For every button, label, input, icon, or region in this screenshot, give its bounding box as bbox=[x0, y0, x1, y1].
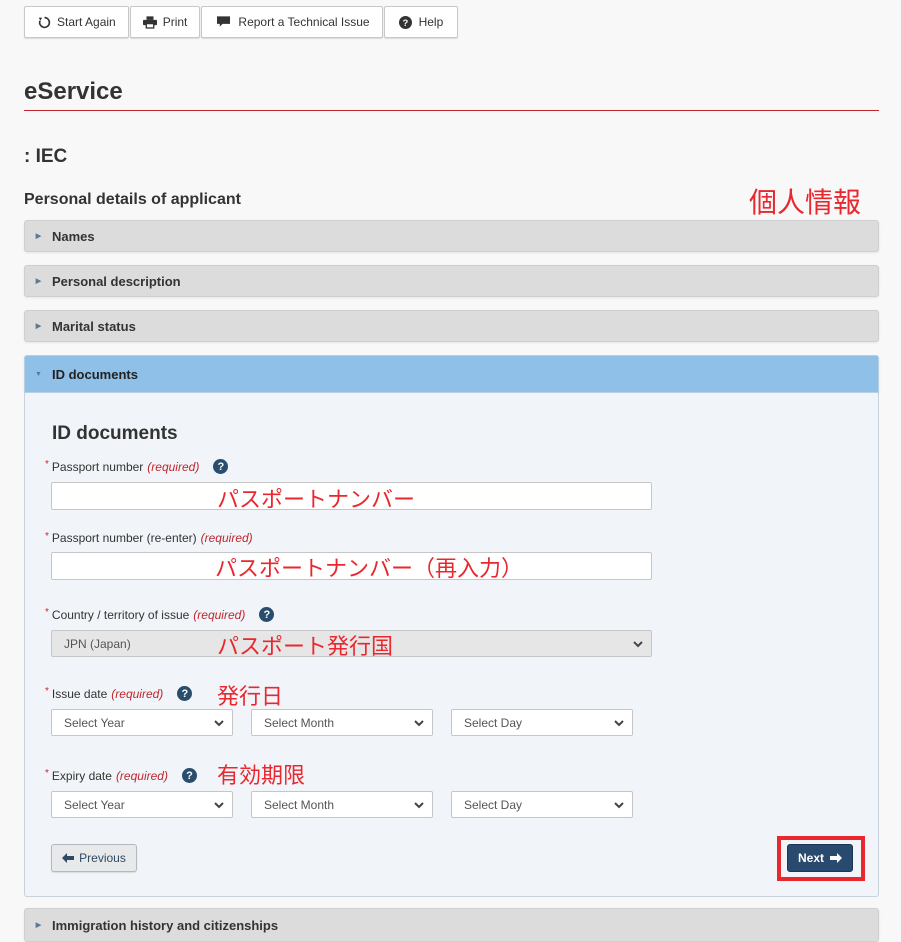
help-button[interactable]: ? Help bbox=[383, 6, 459, 38]
print-button[interactable]: Print bbox=[129, 6, 201, 38]
passport-number-reenter-label: * Passport number (re-enter) (required) bbox=[45, 531, 253, 545]
help-icon[interactable]: ? bbox=[213, 459, 229, 474]
required-text: (required) bbox=[115, 768, 168, 783]
caret-right-icon: ▶ bbox=[35, 323, 42, 330]
chevron-down-icon bbox=[214, 718, 224, 728]
accordion-label: Personal description bbox=[52, 273, 181, 289]
help-label: Help bbox=[418, 15, 444, 29]
section-heading: Personal details of applicant bbox=[24, 191, 241, 208]
annotation-personal-info: 個人情報 bbox=[749, 186, 862, 219]
chevron-down-icon bbox=[614, 800, 624, 810]
print-icon bbox=[142, 15, 157, 29]
passport-number-reenter-input[interactable] bbox=[51, 552, 652, 580]
passport-number-input[interactable] bbox=[51, 482, 652, 510]
help-icon[interactable]: ? bbox=[181, 768, 197, 783]
select-value: Select Day bbox=[464, 797, 523, 812]
country-select[interactable]: JPN (Japan) bbox=[51, 630, 652, 657]
comment-icon bbox=[216, 15, 230, 29]
arrow-left-icon bbox=[62, 853, 75, 863]
panel-title: ID documents bbox=[52, 423, 178, 444]
issue-year-select[interactable]: Select Year bbox=[51, 709, 233, 736]
required-asterisk: * bbox=[45, 768, 49, 779]
expiry-year-select[interactable]: Select Year bbox=[51, 791, 233, 818]
required-asterisk: * bbox=[45, 686, 49, 697]
help-icon[interactable]: ? bbox=[177, 686, 193, 701]
start-again-label: Start Again bbox=[57, 15, 116, 29]
label-text: Country / territory of issue bbox=[51, 607, 190, 622]
previous-label: Previous bbox=[79, 851, 126, 865]
accordion-names[interactable]: ▶ Names bbox=[24, 220, 879, 252]
accordion-marital-status[interactable]: ▶ Marital status bbox=[24, 310, 879, 342]
accordion-label: Immigration history and citizenships bbox=[52, 917, 279, 933]
accordion-label: Names bbox=[52, 228, 95, 244]
annotation-expiry-date: 有効期限 bbox=[217, 764, 306, 789]
required-asterisk: * bbox=[45, 607, 49, 618]
expiry-date-label: * Expiry date (required) ? bbox=[45, 768, 197, 783]
select-value: Select Month bbox=[264, 797, 335, 812]
label-text: Passport number (re-enter) bbox=[51, 531, 197, 545]
select-value: Select Month bbox=[264, 715, 335, 730]
country-label: * Country / territory of issue (required… bbox=[45, 607, 275, 622]
label-text: Passport number bbox=[51, 459, 144, 474]
report-issue-button[interactable]: Report a Technical Issue bbox=[201, 6, 383, 38]
chevron-down-icon bbox=[614, 718, 624, 728]
caret-right-icon: ▶ bbox=[35, 233, 42, 240]
required-text: (required) bbox=[147, 459, 200, 474]
page-title: eService bbox=[24, 78, 123, 105]
required-text: (required) bbox=[200, 531, 253, 545]
caret-right-icon: ▶ bbox=[35, 922, 42, 929]
country-selected-value: JPN (Japan) bbox=[64, 636, 131, 651]
caret-down-icon: ▼ bbox=[35, 370, 42, 378]
next-label: Next bbox=[797, 851, 824, 865]
title-divider bbox=[24, 110, 879, 111]
label-text: Expiry date bbox=[51, 768, 112, 783]
chevron-down-icon bbox=[414, 718, 424, 728]
caret-right-icon: ▶ bbox=[35, 278, 42, 285]
previous-button[interactable]: Previous bbox=[51, 844, 137, 872]
report-issue-label: Report a Technical Issue bbox=[238, 15, 370, 29]
svg-text:?: ? bbox=[403, 18, 409, 28]
select-value: Select Year bbox=[64, 715, 125, 730]
annotation-issue-date: 発行日 bbox=[217, 685, 284, 710]
label-text: Issue date bbox=[51, 686, 108, 701]
refresh-icon bbox=[37, 15, 51, 29]
accordion-label: ID documents bbox=[52, 366, 138, 382]
help-icon[interactable]: ? bbox=[259, 607, 275, 622]
passport-number-label: * Passport number (required) ? bbox=[45, 459, 229, 474]
chevron-down-icon bbox=[633, 639, 643, 649]
required-asterisk: * bbox=[45, 531, 49, 542]
page-subtitle: : IEC bbox=[24, 146, 68, 167]
expiry-month-select[interactable]: Select Month bbox=[251, 791, 433, 818]
accordion-id-documents[interactable]: ▼ ID documents bbox=[24, 355, 879, 393]
print-label: Print bbox=[162, 15, 188, 29]
chevron-down-icon bbox=[414, 800, 424, 810]
required-text: (required) bbox=[111, 686, 164, 701]
required-asterisk: * bbox=[45, 459, 49, 470]
accordion-personal-description[interactable]: ▶ Personal description bbox=[24, 265, 879, 297]
arrow-right-icon bbox=[830, 853, 842, 863]
select-value: Select Year bbox=[64, 797, 125, 812]
id-documents-panel: ID documents * Passport number (required… bbox=[24, 393, 879, 897]
issue-date-label: * Issue date (required) ? bbox=[45, 686, 193, 701]
issue-month-select[interactable]: Select Month bbox=[251, 709, 433, 736]
chevron-down-icon bbox=[214, 800, 224, 810]
next-button[interactable]: Next bbox=[787, 844, 853, 872]
help-icon: ? bbox=[399, 15, 413, 29]
toolbar: Start Again Print Report a Technical Iss… bbox=[24, 6, 459, 38]
select-value: Select Day bbox=[464, 715, 523, 730]
issue-day-select[interactable]: Select Day bbox=[451, 709, 633, 736]
expiry-day-select[interactable]: Select Day bbox=[451, 791, 633, 818]
start-again-button[interactable]: Start Again bbox=[24, 6, 129, 38]
accordion-label: Marital status bbox=[52, 318, 136, 334]
required-text: (required) bbox=[193, 607, 246, 622]
